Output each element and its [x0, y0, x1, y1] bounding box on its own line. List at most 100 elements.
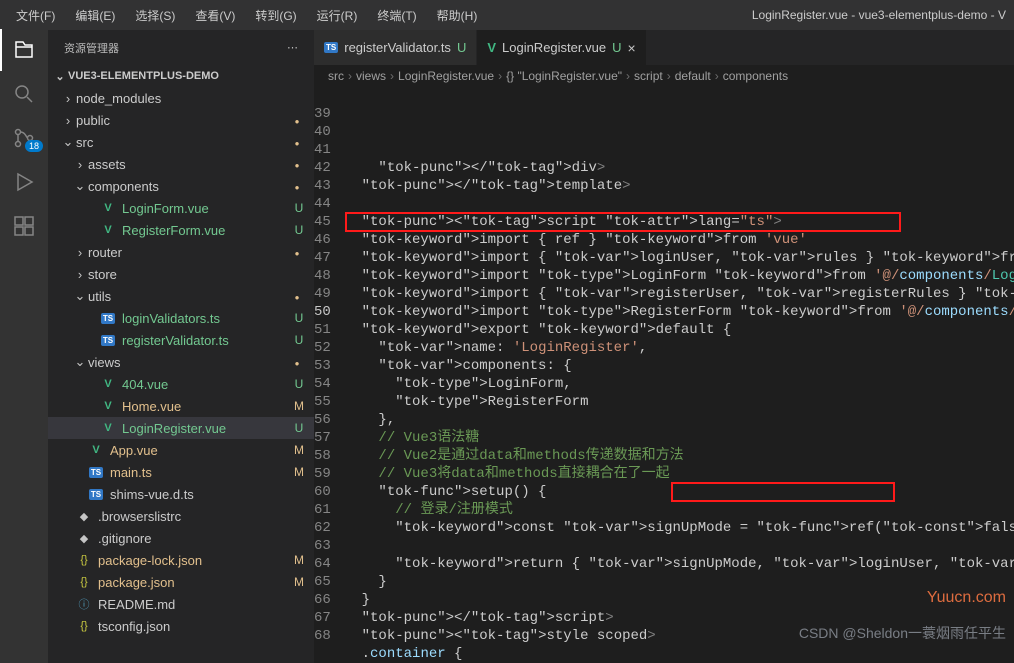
breadcrumb-item[interactable]: components — [723, 69, 788, 83]
search-icon[interactable] — [12, 82, 36, 106]
ts-file-icon: TS — [324, 42, 338, 53]
tree-item-label: .browserslistrc — [98, 509, 181, 524]
tree-item-label: Home.vue — [122, 399, 181, 414]
tree-item-label: components — [88, 179, 159, 194]
file-item[interactable]: VLoginRegister.vueU — [48, 417, 314, 439]
git-status: U — [290, 333, 308, 347]
menu-item[interactable]: 编辑(E) — [67, 3, 123, 28]
tree-item-label: 404.vue — [122, 377, 168, 392]
menu-item[interactable]: 选择(S) — [127, 3, 183, 28]
file-item[interactable]: VLoginForm.vueU — [48, 197, 314, 219]
vue-file-icon: V — [100, 398, 116, 414]
tree-item-label: main.ts — [110, 465, 152, 480]
vue-file-icon: V — [88, 442, 104, 458]
file-item[interactable]: V404.vueU — [48, 373, 314, 395]
extensions-icon[interactable] — [12, 214, 36, 238]
breadcrumb-item[interactable]: default — [675, 69, 711, 83]
folder-item[interactable]: ›public● — [48, 109, 314, 131]
git-status: M — [290, 399, 308, 413]
vue-file-icon: V — [100, 222, 116, 238]
file-item[interactable]: TSloginValidators.tsU — [48, 307, 314, 329]
file-item[interactable]: {}package-lock.jsonM — [48, 549, 314, 571]
menu-item[interactable]: 查看(V) — [187, 3, 243, 28]
file-item[interactable]: ◆ .browserslistrc — [48, 505, 314, 527]
tab-status: U — [612, 40, 621, 55]
file-item[interactable]: V Home.vue M — [48, 395, 314, 417]
info-file-icon: ⓘ — [76, 596, 92, 612]
breadcrumb-item[interactable]: src — [328, 69, 344, 83]
chevron-right-icon: › — [72, 267, 88, 282]
git-status: U — [290, 201, 308, 215]
tab-status: U — [457, 40, 466, 55]
file-icon: ◆ — [76, 508, 92, 524]
menu-item[interactable]: 帮助(H) — [429, 3, 486, 28]
sidebar-title: 资源管理器 — [64, 40, 119, 56]
tree-item-label: src — [76, 135, 93, 150]
menu-item[interactable]: 文件(F) — [8, 3, 63, 28]
project-header[interactable]: ⌄ VUE3-ELEMENTPLUS-DEMO — [48, 65, 314, 87]
menu-item[interactable]: 运行(R) — [309, 3, 366, 28]
tabs: TSregisterValidator.tsUVLoginRegister.vu… — [314, 30, 1014, 65]
tree-item-label: node_modules — [76, 91, 161, 106]
ts-file-icon: TS — [100, 332, 116, 348]
folder-item[interactable]: ⌄views● — [48, 351, 314, 373]
folder-item[interactable]: ⌄utils● — [48, 285, 314, 307]
folder-item[interactable]: ›router● — [48, 241, 314, 263]
tree-item-label: loginValidators.ts — [122, 311, 220, 326]
git-status: U — [290, 377, 308, 391]
git-status: U — [290, 223, 308, 237]
source-control-icon[interactable]: 18 — [12, 126, 36, 150]
folder-item[interactable]: ›store — [48, 263, 314, 285]
breadcrumbs[interactable]: src›views›LoginRegister.vue›{} "LoginReg… — [314, 65, 1014, 87]
menu-item[interactable]: 转到(G) — [247, 3, 304, 28]
folder-item[interactable]: ⌄components● — [48, 175, 314, 197]
file-item[interactable]: ⓘ README.md — [48, 593, 314, 615]
ts-file-icon: TS — [88, 486, 104, 502]
folder-item[interactable]: ›node_modules — [48, 87, 314, 109]
git-status: M — [290, 575, 308, 589]
file-item[interactable]: TSmain.tsM — [48, 461, 314, 483]
editor-tab[interactable]: TSregisterValidator.tsU — [314, 30, 477, 65]
code-editor[interactable]: 3940414243444546474849505152535455565758… — [314, 87, 1014, 663]
vue-file-icon: V — [487, 40, 496, 55]
tree-item-label: registerValidator.ts — [122, 333, 229, 348]
file-item[interactable]: ◆ .gitignore — [48, 527, 314, 549]
explorer-icon[interactable] — [12, 38, 36, 62]
file-item[interactable]: {}package.jsonM — [48, 571, 314, 593]
file-item[interactable]: VApp.vueM — [48, 439, 314, 461]
chevron-right-icon: › — [60, 113, 76, 128]
editor-area: TSregisterValidator.tsU V LoginRegister.vu… — [314, 30, 1014, 663]
breadcrumb-item[interactable]: script — [634, 69, 663, 83]
close-icon[interactable]: × — [627, 40, 635, 56]
tree-item-label: App.vue — [110, 443, 158, 458]
menubar: 文件(F)编辑(E)选择(S)查看(V)转到(G)运行(R)终端(T)帮助(H)… — [0, 0, 1014, 30]
json-file-icon: {} — [76, 618, 92, 634]
scm-badge: 18 — [25, 140, 43, 152]
file-tree: ›node_modules›public●⌄src●›assets●⌄compo… — [48, 87, 314, 663]
file-item[interactable]: V RegisterForm.vue U — [48, 219, 314, 241]
chevron-down-icon: ⌄ — [72, 288, 88, 304]
tree-item-label: RegisterForm.vue — [122, 223, 225, 238]
file-item[interactable]: TSshims-vue.d.ts — [48, 483, 314, 505]
tree-item-label: README.md — [98, 597, 175, 612]
code-content[interactable]: "tok-punc"></"tok-tag">div> "tok-punc"><… — [345, 87, 1014, 663]
watermark-1: Yuucn.com — [927, 589, 1006, 607]
editor-tab[interactable]: VLoginRegister.vueU× — [477, 30, 646, 65]
run-debug-icon[interactable] — [12, 170, 36, 194]
json-file-icon: {} — [76, 552, 92, 568]
chevron-right-icon: › — [60, 91, 76, 106]
breadcrumb-item[interactable]: views — [356, 69, 386, 83]
file-item[interactable]: TS registerValidator.ts U — [48, 329, 314, 351]
breadcrumb-item[interactable]: LoginRegister.vue — [398, 69, 494, 83]
tree-item-label: LoginRegister.vue — [122, 421, 226, 436]
git-status: U — [290, 311, 308, 325]
file-icon: ◆ — [76, 530, 92, 546]
more-icon[interactable]: ⋯ — [287, 41, 298, 54]
file-item[interactable]: {}tsconfig.json — [48, 615, 314, 637]
folder-item[interactable]: ⌄src● — [48, 131, 314, 153]
chevron-down-icon: ⌄ — [72, 354, 88, 370]
breadcrumb-item[interactable]: {} "LoginRegister.vue" — [506, 69, 622, 83]
menu-item[interactable]: 终端(T) — [369, 3, 424, 28]
folder-item[interactable]: ›assets● — [48, 153, 314, 175]
tree-item-label: .gitignore — [98, 531, 151, 546]
